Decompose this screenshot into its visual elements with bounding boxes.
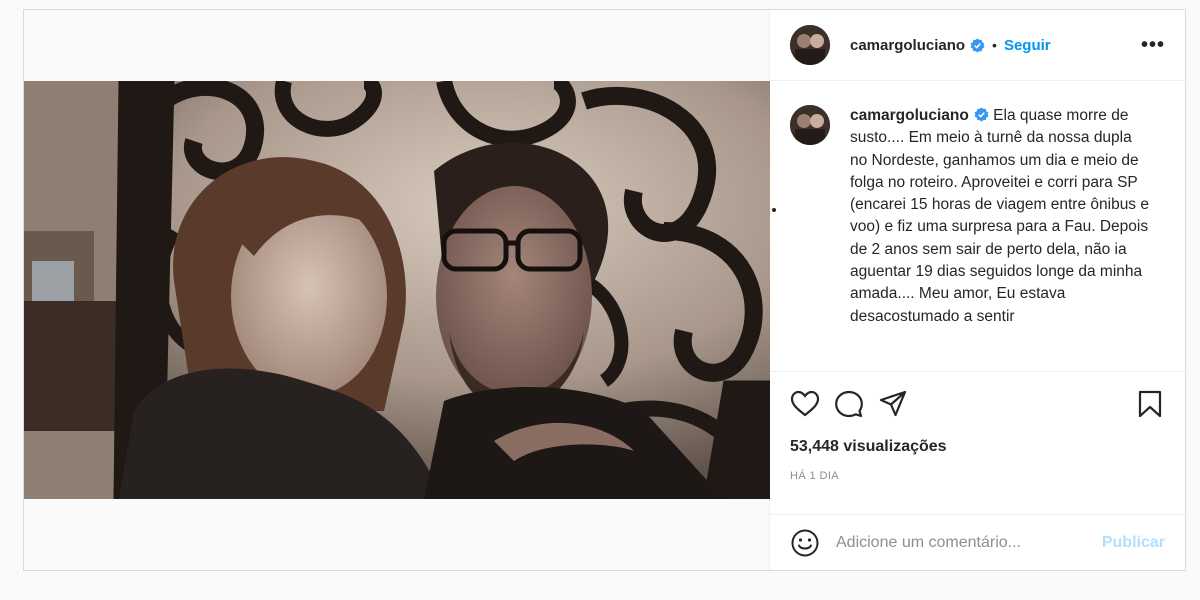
caption-avatar[interactable] [790, 105, 830, 145]
header-username[interactable]: camargoluciano [850, 37, 965, 54]
post-sidebar: camargoluciano • Seguir ••• camargolucia… [770, 10, 1185, 570]
view-count[interactable]: 53,448 visualizações [790, 438, 1165, 456]
caption-username[interactable]: camargoluciano [850, 107, 969, 124]
share-icon[interactable] [878, 389, 908, 419]
caption: camargoluciano Ela quase morre de susto.… [790, 105, 1165, 328]
post-photo[interactable] [24, 81, 770, 499]
caption-body: Ela quase morre de susto.... Em meio à t… [850, 107, 1149, 325]
bookmark-icon[interactable] [1135, 389, 1165, 419]
heart-icon[interactable] [790, 389, 820, 419]
media-panel [24, 10, 770, 570]
comments-area[interactable]: camargoluciano Ela quase morre de susto.… [770, 81, 1185, 371]
add-comment-bar: Publicar [770, 514, 1185, 570]
caption-text: camargoluciano Ela quase morre de susto.… [850, 105, 1150, 328]
more-options-icon[interactable]: ••• [1141, 34, 1165, 57]
scroll-marker [772, 208, 776, 212]
emoji-icon[interactable] [790, 528, 820, 558]
actions-section: 53,448 visualizações HÁ 1 DIA [770, 371, 1185, 502]
publish-button[interactable]: Publicar [1102, 534, 1165, 552]
header-separator: • [992, 37, 997, 53]
avatar[interactable] [790, 25, 830, 65]
follow-button[interactable]: Seguir [1004, 37, 1051, 54]
comment-icon[interactable] [834, 389, 864, 419]
verified-badge-icon [974, 107, 989, 122]
post-card: camargoluciano • Seguir ••• camargolucia… [23, 9, 1186, 571]
post-timestamp[interactable]: HÁ 1 DIA [790, 470, 1165, 482]
action-bar [790, 372, 1165, 436]
comment-input[interactable] [836, 533, 1076, 552]
verified-badge-icon [970, 37, 985, 53]
post-header: camargoluciano • Seguir ••• [770, 10, 1185, 81]
